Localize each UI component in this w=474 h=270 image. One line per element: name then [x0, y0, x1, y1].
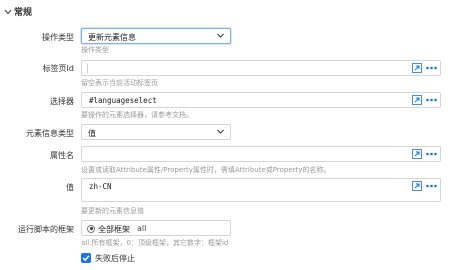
- tab-id-field[interactable]: [81, 60, 441, 76]
- element-info-type-select[interactable]: 值: [81, 124, 231, 140]
- value-field-value: zh-CN: [89, 182, 112, 191]
- operation-type-label: 操作类型: [42, 33, 74, 42]
- property-name-field[interactable]: [81, 146, 441, 162]
- element-info-type-value: 值: [88, 129, 96, 138]
- section-title: 常规: [14, 8, 33, 18]
- section-collapse-chevron-icon[interactable]: [3, 7, 13, 17]
- selector-hint: 要操作的元素选择器，请参考文档。: [81, 111, 193, 119]
- run-frame-hint: all:所有框架，0：顶级框架，其它数字：框架id: [81, 239, 229, 247]
- operation-type-value: 更新元素信息: [88, 33, 136, 42]
- all-frames-radio[interactable]: [87, 224, 95, 233]
- expand-arrow-icon[interactable]: [412, 149, 422, 159]
- property-name-hint: 设置或读取Attribute属性/Property属性时，需填Attribute…: [81, 166, 331, 174]
- value-hint: 要更新的元素信息值: [81, 207, 144, 215]
- expand-arrow-icon[interactable]: [412, 63, 422, 73]
- selector-field[interactable]: #languageselect: [81, 92, 441, 108]
- run-frame-value: all: [137, 224, 147, 233]
- selector-label: 选择器: [50, 97, 74, 106]
- more-dots-icon[interactable]: [425, 149, 438, 159]
- more-dots-icon[interactable]: [425, 63, 438, 73]
- operation-type-hint: 操作类型: [81, 46, 109, 54]
- checkmark-icon: [82, 255, 90, 262]
- selector-value: #languageselect: [89, 96, 157, 105]
- element-info-type-label: 元素信息类型: [26, 129, 74, 138]
- text-cursor: [87, 64, 88, 73]
- chevron-down-icon: [217, 33, 224, 38]
- run-frame-label: 运行脚本的框架: [18, 225, 74, 234]
- more-dots-icon[interactable]: [425, 181, 438, 191]
- property-name-label: 属性名: [50, 151, 74, 160]
- expand-arrow-icon[interactable]: [412, 181, 422, 191]
- chevron-down-icon: [217, 129, 224, 134]
- more-dots-icon[interactable]: [425, 95, 438, 105]
- stop-on-failure-label: 失败后停止: [95, 254, 135, 263]
- all-frames-option-label: 全部框架: [98, 225, 130, 234]
- expand-arrow-icon[interactable]: [412, 95, 422, 105]
- value-label: 值: [66, 183, 74, 192]
- value-field[interactable]: zh-CN: [81, 178, 441, 202]
- tab-id-label: 标签页Id: [42, 64, 74, 73]
- stop-on-failure-checkbox[interactable]: [81, 253, 91, 263]
- run-frame-field[interactable]: 全部框架 all: [81, 220, 231, 236]
- tab-id-hint: 留空表示当前活动标签页: [81, 79, 158, 87]
- operation-type-select[interactable]: 更新元素信息: [81, 28, 231, 44]
